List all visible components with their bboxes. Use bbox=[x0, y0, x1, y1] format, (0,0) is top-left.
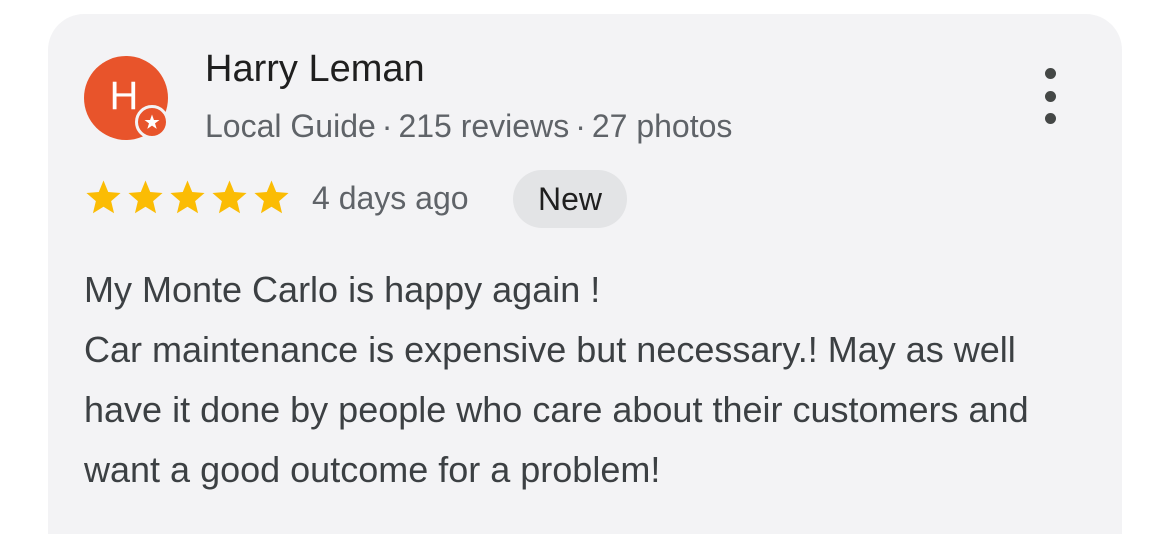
star-icon bbox=[170, 180, 205, 214]
star-rating bbox=[84, 178, 291, 217]
star-icon bbox=[212, 180, 247, 214]
review-text: My Monte Carlo is happy again ! Car main… bbox=[84, 260, 1084, 500]
more-vert-icon[interactable] bbox=[1030, 68, 1070, 124]
menu-dot bbox=[1044, 68, 1056, 79]
star-icon bbox=[128, 180, 163, 214]
new-badge: New bbox=[513, 170, 628, 228]
avatar-initial: H bbox=[109, 73, 139, 118]
meta-separator: · bbox=[381, 108, 393, 144]
reviewer-name[interactable]: Harry Leman bbox=[205, 48, 425, 91]
menu-dot bbox=[1044, 113, 1056, 124]
photos-count: 27 photos bbox=[591, 108, 733, 144]
star-icon bbox=[86, 180, 121, 214]
review-date: 4 days ago bbox=[312, 180, 469, 216]
review-line-1: My Monte Carlo is happy again ! bbox=[84, 269, 601, 310]
new-badge-label: New bbox=[538, 180, 603, 217]
reviews-count: 215 reviews bbox=[398, 108, 570, 144]
menu-dot bbox=[1044, 90, 1056, 102]
local-guide-star-icon bbox=[135, 105, 169, 139]
review-line-2: Car maintenance is expensive but necessa… bbox=[84, 329, 1029, 490]
local-guide-star-glyph bbox=[144, 114, 160, 129]
reviewer-role: Local Guide bbox=[205, 108, 376, 144]
reviewer-meta: Local Guide · 215 reviews · 27 photos bbox=[205, 108, 732, 145]
star-icon bbox=[254, 180, 289, 214]
meta-separator: · bbox=[575, 108, 586, 144]
